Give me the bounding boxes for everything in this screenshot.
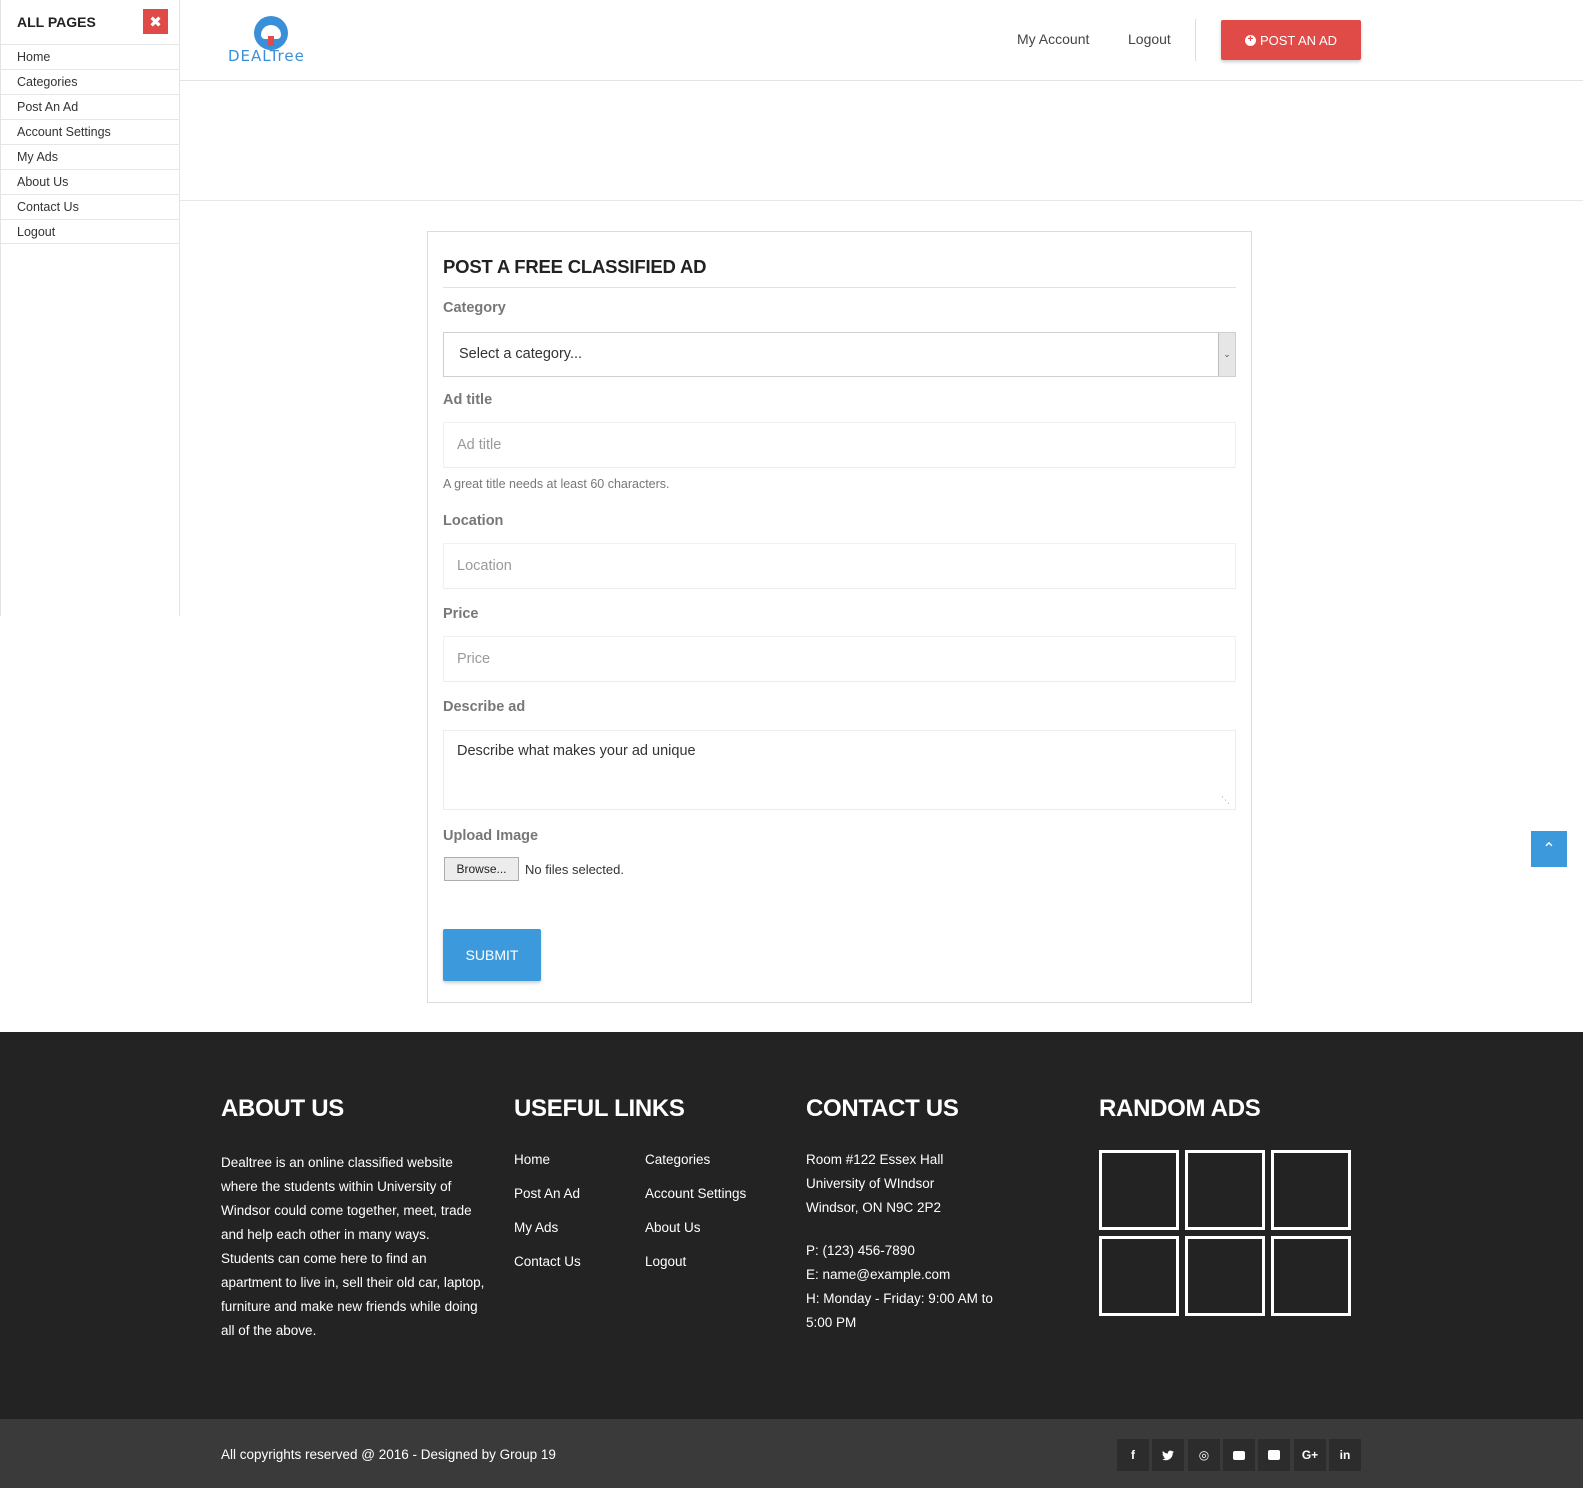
describe-textarea[interactable] <box>443 730 1236 810</box>
price-input[interactable] <box>443 636 1236 682</box>
sidebar-item-account-settings[interactable]: Account Settings <box>1 119 180 144</box>
random-ads-heading: RANDOM ADS <box>1099 1095 1261 1122</box>
flickr-shape <box>1233 1450 1245 1460</box>
contact-hours-line-1: H: Monday - Friday: 9:00 AM to <box>806 1291 993 1306</box>
logo-text: DEALTree <box>228 47 305 65</box>
footer-link-about-us[interactable]: About Us <box>645 1220 701 1235</box>
nav-my-account[interactable]: My Account <box>1017 31 1089 47</box>
dealtree-logo[interactable]: DEALTree <box>228 16 323 65</box>
flickr-icon[interactable] <box>1223 1439 1255 1471</box>
footer-link-my-ads[interactable]: My Ads <box>514 1220 558 1235</box>
sidebar-item-home[interactable]: Home <box>1 44 180 69</box>
youtube-shape <box>1268 1450 1280 1460</box>
upload-label: Upload Image <box>443 828 539 844</box>
sidebar-title: ALL PAGES <box>17 14 96 30</box>
random-ad-thumbnail[interactable] <box>1185 1150 1265 1230</box>
all-pages-sidebar: ALL PAGES ✖ Home Categories Post An Ad A… <box>0 0 180 616</box>
footer-link-post-an-ad[interactable]: Post An Ad <box>514 1186 580 1201</box>
category-select[interactable]: Select a category... ⌄ <box>443 332 1236 377</box>
copyright-bar: All copyrights reserved @ 2016 - Designe… <box>0 1419 1583 1488</box>
post-ad-button[interactable]: + POST AN AD <box>1221 20 1361 60</box>
footer-link-account-settings[interactable]: Account Settings <box>645 1186 746 1201</box>
category-selected-value: Select a category... <box>459 346 583 362</box>
dribbble-icon[interactable]: ◎ <box>1188 1439 1220 1471</box>
contact-hours-line-2: 5:00 PM <box>806 1315 857 1330</box>
ad-title-input[interactable] <box>443 422 1236 468</box>
contact-heading: CONTACT US <box>806 1095 959 1122</box>
linkedin-icon[interactable]: in <box>1329 1439 1361 1471</box>
nav-logout[interactable]: Logout <box>1128 31 1171 47</box>
footer-link-contact-us[interactable]: Contact Us <box>514 1254 581 1269</box>
footer-link-home[interactable]: Home <box>514 1152 550 1167</box>
tree-logo-icon <box>254 16 288 50</box>
random-ad-thumbnail[interactable] <box>1099 1236 1179 1316</box>
file-status: No files selected. <box>525 862 624 877</box>
footer-link-logout[interactable]: Logout <box>645 1254 686 1269</box>
random-ad-thumbnail[interactable] <box>1185 1236 1265 1316</box>
about-text: Dealtree is an online classified website… <box>221 1155 485 1338</box>
submit-button[interactable]: SUBMIT <box>443 929 541 981</box>
sidebar-item-contact-us[interactable]: Contact Us <box>1 194 180 219</box>
ad-title-label: Ad title <box>443 392 493 408</box>
category-label: Category <box>443 300 506 316</box>
sidebar-item-my-ads[interactable]: My Ads <box>1 144 180 169</box>
random-ad-thumbnail[interactable] <box>1271 1236 1351 1316</box>
facebook-icon[interactable]: f <box>1117 1439 1149 1471</box>
random-ad-thumbnail[interactable] <box>1099 1150 1179 1230</box>
location-input[interactable] <box>443 543 1236 589</box>
location-label: Location <box>443 513 504 529</box>
youtube-icon[interactable] <box>1258 1439 1290 1471</box>
twitter-icon[interactable] <box>1152 1439 1184 1471</box>
post-ad-form-card: POST A FREE CLASSIFIED AD Category Selec… <box>427 231 1252 1003</box>
resize-grip-icon[interactable]: ⋱ <box>1221 795 1230 806</box>
useful-links-heading: USEFUL LINKS <box>514 1095 685 1122</box>
header-spacer-band <box>0 81 1583 201</box>
site-header: DEALTree My Account Logout + POST AN AD <box>0 0 1583 81</box>
site-footer: ABOUT US Dealtree is an online classifie… <box>0 1032 1583 1419</box>
browse-button[interactable]: Browse... <box>444 857 519 881</box>
sidebar-item-about-us[interactable]: About Us <box>1 169 180 194</box>
price-label: Price <box>443 606 479 622</box>
address-line-2: University of WIndsor <box>806 1176 935 1191</box>
post-ad-label: POST AN AD <box>1259 32 1338 48</box>
contact-email: E: name@example.com <box>806 1267 951 1282</box>
sidebar-item-logout[interactable]: Logout <box>1 219 180 244</box>
sidebar-menu: Home Categories Post An Ad Account Setti… <box>1 44 180 244</box>
ad-title-help: A great title needs at least 60 characte… <box>443 477 670 491</box>
nav-divider <box>1195 19 1196 61</box>
describe-label: Describe ad <box>443 699 526 715</box>
about-heading: ABOUT US <box>221 1095 344 1122</box>
address-line-1: Room #122 Essex Hall <box>806 1152 944 1167</box>
twitter-bird-shape <box>1162 1450 1174 1460</box>
sidebar-item-post-an-ad[interactable]: Post An Ad <box>1 94 180 119</box>
title-divider <box>443 287 1236 288</box>
sidebar-item-categories[interactable]: Categories <box>1 69 180 94</box>
chevron-down-icon: ⌄ <box>1218 333 1235 376</box>
random-ad-thumbnail[interactable] <box>1271 1150 1351 1230</box>
form-title: POST A FREE CLASSIFIED AD <box>443 256 707 277</box>
chevron-up-icon[interactable]: ⌃ <box>1531 831 1567 867</box>
contact-phone: P: (123) 456-7890 <box>806 1243 915 1258</box>
google-plus-icon[interactable]: G+ <box>1294 1439 1326 1471</box>
footer-link-categories[interactable]: Categories <box>645 1152 710 1167</box>
close-icon[interactable]: ✖ <box>143 9 168 34</box>
address-line-3: Windsor, ON N9C 2P2 <box>806 1200 942 1215</box>
copyright-text: All copyrights reserved @ 2016 - Designe… <box>221 1447 556 1462</box>
plus-circle-icon: + <box>1244 34 1256 46</box>
